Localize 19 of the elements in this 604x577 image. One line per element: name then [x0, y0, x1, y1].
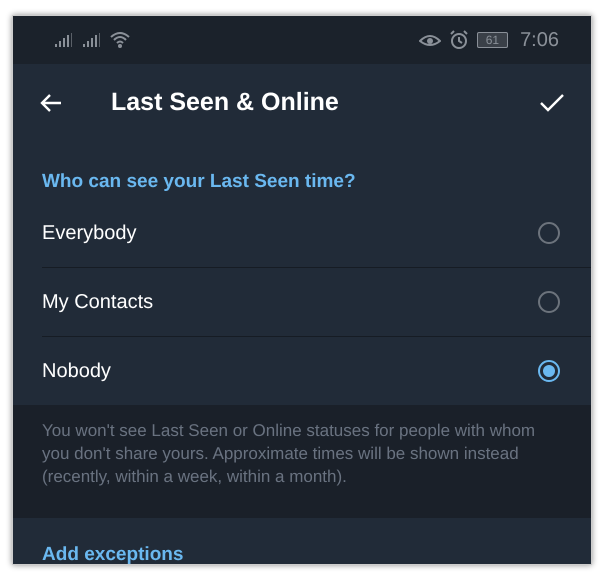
option-label[interactable]: Everybody: [42, 222, 136, 244]
option-label[interactable]: Nobody: [42, 360, 111, 382]
battery-indicator: 61: [476, 32, 508, 48]
section-heading[interactable]: Add exceptions: [42, 518, 591, 564]
wifi-icon: [109, 31, 131, 49]
screen-title: Last Seen & Online: [111, 88, 340, 117]
clock-time: 7:06: [520, 28, 559, 52]
checkmark-icon[interactable]: [539, 92, 565, 112]
eye-icon: [418, 32, 441, 48]
radio-button[interactable]: [538, 360, 560, 382]
section-heading: Who can see your Last Seen time?: [42, 170, 357, 194]
option-label[interactable]: My Contacts: [42, 290, 154, 314]
info-text: You won't see Last Seen or Online statuses for people with whom you don't share yours. Approximate times will be shown instead (recently, within a week, within a month).: [42, 420, 536, 488]
alarm-icon: [448, 30, 469, 50]
radio-button[interactable]: [538, 222, 560, 244]
radio-button[interactable]: [538, 291, 560, 313]
signal-icon: [53, 32, 73, 48]
signal-icon: [81, 32, 101, 48]
back-arrow-icon[interactable]: [39, 92, 63, 112]
